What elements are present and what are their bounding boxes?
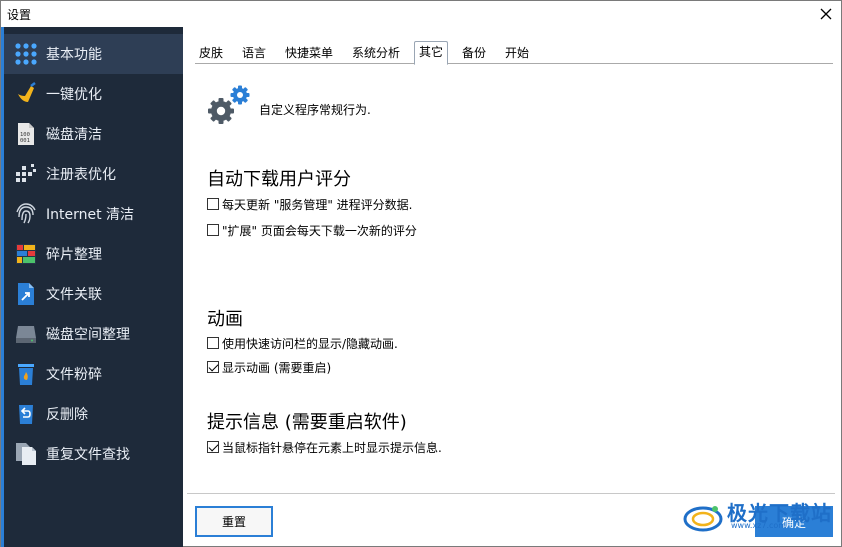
sidebar-item-one-click-optimize[interactable]: 一键优化 [4,74,183,114]
option-label: "扩展" 页面会每天下载一次新的评分 [222,223,417,238]
checkbox[interactable] [207,198,219,210]
section-title-auto-download-ratings: 自动下载用户评分 [207,169,351,190]
sidebar-item-undelete[interactable]: 反删除 [4,394,183,434]
page-description: 自定义程序常规行为. [259,103,371,117]
option-show-tooltips[interactable]: 当鼠标指针悬停在元素上时显示提示信息. [207,439,442,455]
tab-language[interactable]: 语言 [242,43,266,64]
sidebar-item-duplicate-finder[interactable]: 重复文件查找 [4,434,183,474]
registry-dots-icon [14,162,38,186]
sidebar-item-registry-optimize[interactable]: 注册表优化 [4,154,183,194]
file-link-icon [14,282,38,306]
sidebar-item-label: 反删除 [46,407,88,423]
settings-window: 设置 基本功能 一键优化 100 001 磁盘清洁 注册表优化 Internet… [0,0,842,547]
option-extensions-daily-ratings[interactable]: "扩展" 页面会每天下载一次新的评分 [207,222,417,238]
sidebar-item-label: 磁盘空间整理 [46,327,130,343]
window-title: 设置 [7,8,32,22]
sidebar-item-basic-functions[interactable]: 基本功能 [4,34,183,74]
gears-icon [207,85,251,127]
sidebar-item-file-association[interactable]: 文件关联 [4,274,183,314]
reset-button[interactable]: 重置 [195,506,273,537]
watermark-url: www.xz7.com [731,521,787,530]
sidebar-item-label: 文件关联 [46,287,102,303]
binary-document-icon: 100 001 [14,122,38,146]
option-show-animation[interactable]: 显示动画 (需要重启) [207,359,331,375]
fingerprint-icon [14,202,38,226]
tab-start[interactable]: 开始 [505,43,529,64]
sidebar-item-defrag[interactable]: 碎片整理 [4,234,183,274]
option-label: 显示动画 (需要重启) [222,360,332,375]
shredder-bin-icon [14,362,38,386]
checkbox-checked[interactable] [207,441,219,453]
tab-backup[interactable]: 备份 [462,43,486,64]
section-title-tooltips: 提示信息 (需要重启软件) [207,412,407,433]
sidebar-item-disk-space[interactable]: 磁盘空间整理 [4,314,183,354]
grid-dots-icon [14,42,38,66]
option-label: 每天更新 "服务管理" 进程评分数据. [222,197,413,212]
sidebar-item-file-shredder[interactable]: 文件粉碎 [4,354,183,394]
broom-icon [14,82,38,106]
close-icon [820,8,832,20]
tab-context-menu[interactable]: 快捷菜单 [285,43,333,64]
svg-text:001: 001 [20,138,30,144]
watermark-swirl-icon [683,506,723,532]
section-title-animation: 动画 [207,309,243,330]
checkbox[interactable] [207,337,219,349]
option-label: 使用快速访问栏的显示/隐藏动画. [222,336,398,351]
sidebar-item-label: 重复文件查找 [46,447,130,463]
tab-other[interactable]: 其它 [414,41,449,65]
sidebar-item-label: 基本功能 [46,47,102,63]
checkbox[interactable] [207,224,219,236]
sidebar-item-label: 注册表优化 [46,167,116,183]
sidebar-item-disk-clean[interactable]: 100 001 磁盘清洁 [4,114,183,154]
sidebar-item-label: 磁盘清洁 [46,127,102,143]
close-button[interactable] [811,1,841,27]
option-quick-access-animation[interactable]: 使用快速访问栏的显示/隐藏动画. [207,335,398,351]
option-label: 当鼠标指针悬停在元素上时显示提示信息. [222,440,442,455]
checkbox-checked[interactable] [207,361,219,373]
sidebar-item-label: 文件粉碎 [46,367,102,383]
hard-drive-icon [14,322,38,346]
tab-skin[interactable]: 皮肤 [199,43,223,64]
sidebar-item-label: 碎片整理 [46,247,102,263]
watermark-logo: 极光下载站 www.xz7.com [681,497,837,537]
tab-bar: 皮肤 语言 快捷菜单 系统分析 其它 备份 开始 [195,39,833,65]
undelete-icon [14,402,38,426]
sidebar-item-internet-clean[interactable]: Internet 清洁 [4,194,183,234]
sidebar: 基本功能 一键优化 100 001 磁盘清洁 注册表优化 Internet 清洁… [1,27,183,547]
footer-divider [187,493,835,494]
sidebar-item-label: 一键优化 [46,87,102,103]
option-update-service-ratings[interactable]: 每天更新 "服务管理" 进程评分数据. [207,196,412,212]
tab-system-analysis[interactable]: 系统分析 [352,43,400,64]
title-bar: 设置 [1,1,841,27]
defrag-blocks-icon [14,242,38,266]
duplicate-files-icon [14,442,38,466]
sidebar-item-label: Internet 清洁 [46,207,135,223]
